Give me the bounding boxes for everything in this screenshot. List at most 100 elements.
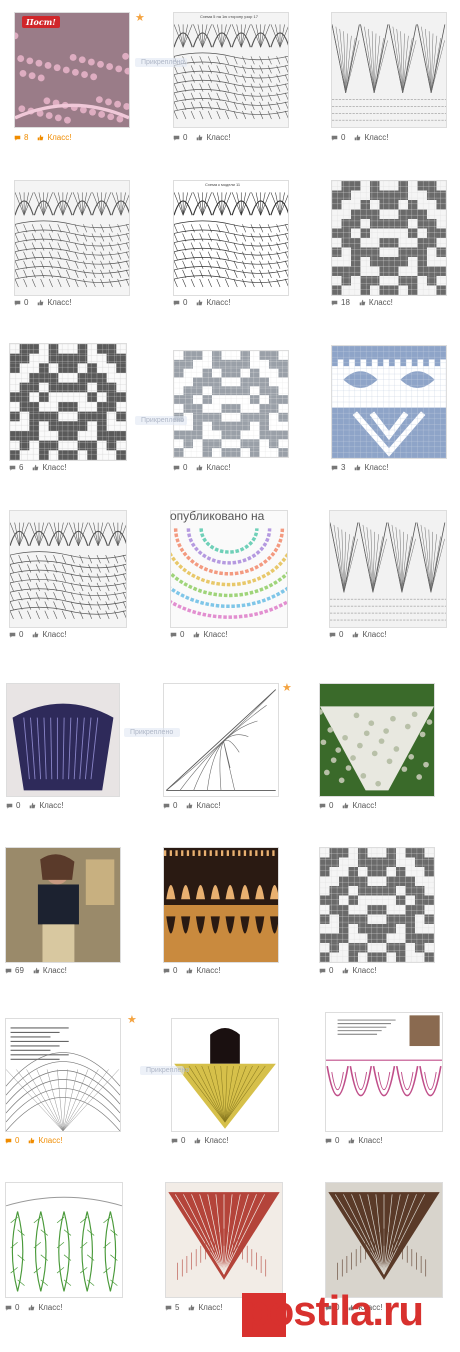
comment-icon[interactable] xyxy=(331,465,338,471)
comment-icon[interactable] xyxy=(331,300,338,306)
like-button[interactable]: Класс! xyxy=(38,1136,62,1145)
like-icon[interactable] xyxy=(186,802,193,809)
like-icon[interactable] xyxy=(342,802,349,809)
like-button[interactable]: Класс! xyxy=(42,463,66,472)
comment-icon[interactable] xyxy=(14,300,21,306)
comment-icon[interactable] xyxy=(165,1305,172,1311)
comment-count[interactable]: 69 xyxy=(15,966,24,975)
comment-count[interactable]: 8 xyxy=(24,133,28,142)
comment-icon[interactable] xyxy=(325,1138,332,1144)
comment-icon[interactable] xyxy=(319,968,326,974)
like-icon[interactable] xyxy=(32,464,39,471)
pin-thumbnail[interactable] xyxy=(325,1012,443,1132)
comment-count[interactable]: 5 xyxy=(175,1303,179,1312)
like-icon[interactable] xyxy=(348,1137,355,1144)
like-button[interactable]: Класс! xyxy=(43,966,67,975)
like-button[interactable]: Класс! xyxy=(362,630,386,639)
pin-thumbnail[interactable] xyxy=(173,12,289,128)
like-icon[interactable] xyxy=(196,134,203,141)
comment-count[interactable]: 0 xyxy=(16,801,20,810)
like-icon[interactable] xyxy=(33,967,40,974)
like-button[interactable]: Класс! xyxy=(352,966,376,975)
pin-thumbnail[interactable] xyxy=(5,847,121,963)
comment-icon[interactable] xyxy=(171,1138,178,1144)
like-icon[interactable] xyxy=(29,802,36,809)
like-button[interactable]: Класс! xyxy=(369,298,393,307)
comment-count[interactable]: 0 xyxy=(173,966,177,975)
comment-count[interactable]: 3 xyxy=(341,463,345,472)
comment-icon[interactable] xyxy=(5,968,12,974)
like-icon[interactable] xyxy=(37,134,44,141)
pin-thumbnail[interactable] xyxy=(331,12,447,128)
pin-thumbnail[interactable] xyxy=(14,180,130,296)
pin-thumbnail[interactable] xyxy=(165,1182,283,1298)
like-button[interactable]: Класс! xyxy=(42,630,66,639)
comment-icon[interactable] xyxy=(173,300,180,306)
like-button[interactable]: Класс! xyxy=(206,463,230,472)
comment-count[interactable]: 0 xyxy=(24,298,28,307)
like-icon[interactable] xyxy=(352,631,359,638)
pin-thumbnail[interactable] xyxy=(325,1182,443,1298)
comment-count[interactable]: 0 xyxy=(329,801,333,810)
like-icon[interactable] xyxy=(359,299,366,306)
comment-icon[interactable] xyxy=(6,803,13,809)
like-button[interactable]: Класс! xyxy=(38,1303,62,1312)
pin-thumbnail[interactable] xyxy=(329,510,447,628)
comment-icon[interactable] xyxy=(14,135,21,141)
like-icon[interactable] xyxy=(32,631,39,638)
like-button[interactable]: Класс! xyxy=(198,1303,222,1312)
comment-count[interactable]: 0 xyxy=(335,1136,339,1145)
comment-icon[interactable] xyxy=(5,1305,12,1311)
like-button[interactable]: Класс! xyxy=(358,1136,382,1145)
pin-thumbnail[interactable] xyxy=(319,847,435,963)
pin-thumbnail[interactable] xyxy=(5,1182,123,1298)
comment-count[interactable]: 0 xyxy=(339,630,343,639)
like-button[interactable]: Класс! xyxy=(364,463,388,472)
like-icon[interactable] xyxy=(194,1137,201,1144)
like-icon[interactable] xyxy=(28,1304,35,1311)
comment-count[interactable]: 0 xyxy=(15,1303,19,1312)
like-icon[interactable] xyxy=(196,464,203,471)
comment-count[interactable]: 18 xyxy=(341,298,350,307)
like-icon[interactable] xyxy=(193,631,200,638)
comment-icon[interactable] xyxy=(9,465,16,471)
like-icon[interactable] xyxy=(342,967,349,974)
like-icon[interactable] xyxy=(354,134,361,141)
pin-thumbnail[interactable] xyxy=(173,180,289,296)
like-button[interactable]: Класс! xyxy=(206,298,230,307)
comment-count[interactable]: 0 xyxy=(341,133,345,142)
comment-icon[interactable] xyxy=(329,632,336,638)
pin-thumbnail[interactable] xyxy=(163,683,279,797)
like-button[interactable]: Класс! xyxy=(196,801,220,810)
like-button[interactable]: Класс! xyxy=(203,630,227,639)
comment-count[interactable]: 0 xyxy=(180,630,184,639)
comment-icon[interactable] xyxy=(319,803,326,809)
comment-count[interactable]: 0 xyxy=(183,133,187,142)
pin-thumbnail[interactable] xyxy=(171,1018,279,1132)
pin-thumbnail[interactable] xyxy=(14,12,130,128)
comment-count[interactable]: 0 xyxy=(329,966,333,975)
pin-thumbnail[interactable] xyxy=(9,343,127,461)
comment-count[interactable]: 0 xyxy=(181,1136,185,1145)
like-icon[interactable] xyxy=(196,299,203,306)
like-button[interactable]: Класс! xyxy=(47,133,71,142)
like-icon[interactable] xyxy=(28,1137,35,1144)
comment-icon[interactable] xyxy=(9,632,16,638)
pin-thumbnail[interactable] xyxy=(331,180,447,296)
comment-icon[interactable] xyxy=(173,135,180,141)
like-icon[interactable] xyxy=(37,299,44,306)
comment-count[interactable]: 0 xyxy=(19,630,23,639)
comment-icon[interactable] xyxy=(170,632,177,638)
pin-thumbnail[interactable] xyxy=(6,683,120,797)
comment-icon[interactable] xyxy=(5,1138,12,1144)
comment-count[interactable]: 0 xyxy=(173,801,177,810)
like-icon[interactable] xyxy=(188,1304,195,1311)
pin-thumbnail[interactable] xyxy=(319,683,435,797)
like-icon[interactable] xyxy=(354,464,361,471)
comment-count[interactable]: 0 xyxy=(183,463,187,472)
like-button[interactable]: Класс! xyxy=(352,801,376,810)
comment-count[interactable]: 6 xyxy=(19,463,23,472)
comment-icon[interactable] xyxy=(173,465,180,471)
pin-thumbnail[interactable] xyxy=(170,510,288,628)
comment-count[interactable]: 0 xyxy=(15,1136,19,1145)
